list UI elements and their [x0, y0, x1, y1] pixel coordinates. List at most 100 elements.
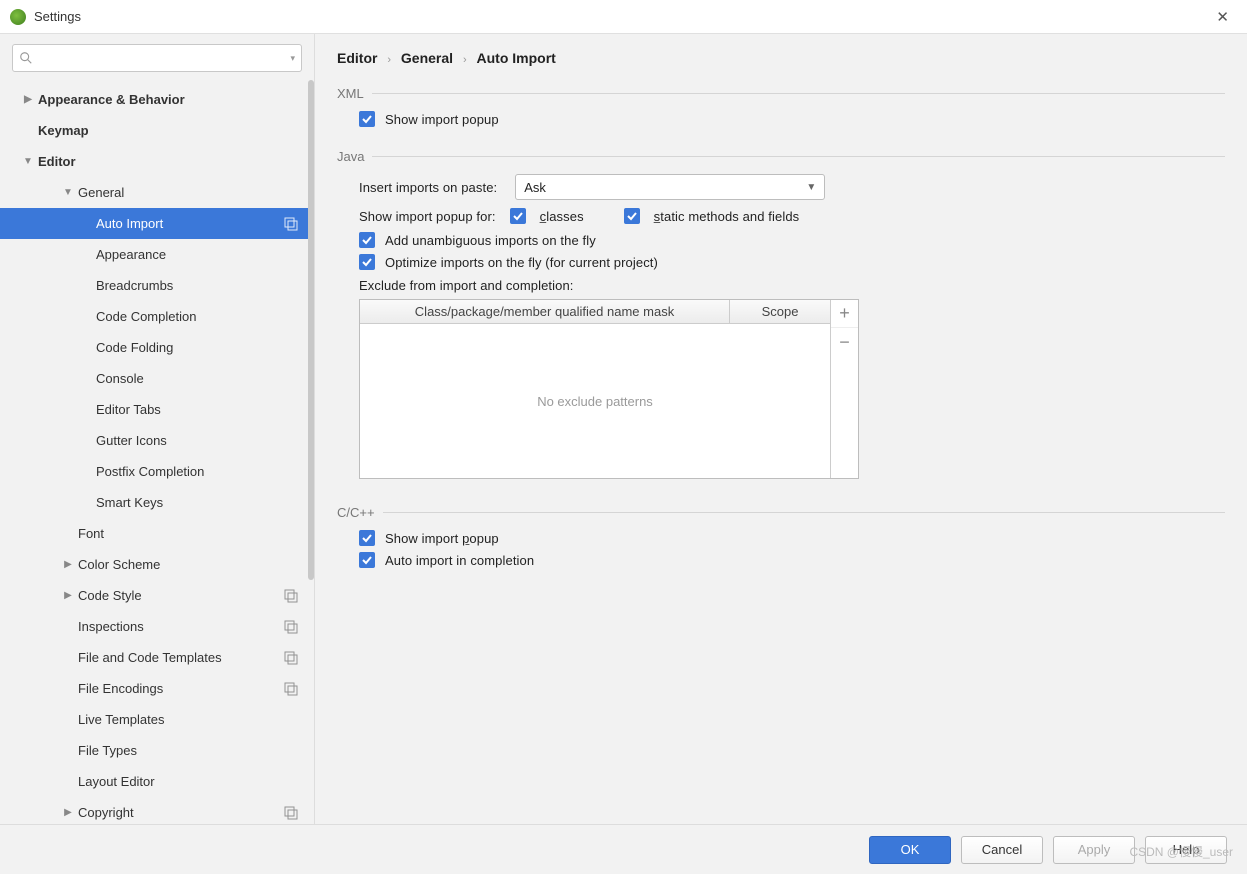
exclude-buttons: + −: [830, 300, 858, 478]
tree-item-label: Copyright: [78, 805, 284, 820]
exclude-col-name[interactable]: Class/package/member qualified name mask: [360, 300, 730, 323]
xml-show-import-popup-row[interactable]: Show import popup: [359, 111, 1225, 127]
checkbox-checked-icon[interactable]: [359, 232, 375, 248]
section-cpp: C/C++: [337, 505, 1225, 520]
scope-badge-icon: [284, 806, 298, 820]
tree-item-file-encodings[interactable]: File Encodings: [0, 673, 314, 704]
cpp-auto-import-row[interactable]: Auto import in completion: [359, 552, 1225, 568]
scope-badge-icon: [284, 651, 298, 665]
scrollbar-thumb[interactable]: [308, 80, 314, 580]
tree-item-label: Postfix Completion: [96, 464, 314, 479]
tree-item-code-completion[interactable]: Code Completion: [0, 301, 314, 332]
sidebar-scrollbar[interactable]: [308, 80, 314, 580]
tree-item-editor[interactable]: ▼Editor: [0, 146, 314, 177]
scope-badge-icon: [284, 217, 298, 231]
scope-badge-icon: [284, 589, 298, 603]
tree-item-font[interactable]: Font: [0, 518, 314, 549]
tree-item-breadcrumbs[interactable]: Breadcrumbs: [0, 270, 314, 301]
chevron-right-icon[interactable]: ▶: [62, 559, 74, 570]
exclude-table: Class/package/member qualified name mask…: [359, 299, 859, 479]
breadcrumb: Editor › General › Auto Import: [337, 50, 1225, 66]
tree-item-label: Appearance: [96, 247, 314, 262]
static-checkbox[interactable]: [624, 208, 640, 224]
remove-exclude-button[interactable]: −: [831, 328, 858, 356]
add-exclude-button[interactable]: +: [831, 300, 858, 328]
checkbox-checked-icon[interactable]: [359, 530, 375, 546]
chevron-right-icon[interactable]: ▶: [62, 590, 74, 601]
dialog-footer: OK Cancel Apply Help: [0, 824, 1247, 874]
checkbox-checked-icon[interactable]: [359, 111, 375, 127]
tree-item-label: Layout Editor: [78, 774, 314, 789]
xml-show-import-popup-label: Show import popup: [385, 112, 499, 127]
tree-item-label: Live Templates: [78, 712, 314, 727]
static-label: static methods and fields: [654, 209, 800, 224]
tree-item-label: Smart Keys: [96, 495, 314, 510]
tree-item-label: Code Folding: [96, 340, 314, 355]
tree-item-code-folding[interactable]: Code Folding: [0, 332, 314, 363]
tree-item-gutter-icons[interactable]: Gutter Icons: [0, 425, 314, 456]
tree-item-appearance[interactable]: Appearance: [0, 239, 314, 270]
tree-item-inspections[interactable]: Inspections: [0, 611, 314, 642]
cpp-show-popup-label: Show import popup: [385, 531, 499, 546]
tree-item-general[interactable]: ▼ General: [0, 177, 314, 208]
scope-badge-icon: [284, 620, 298, 634]
tree-item-label: Appearance & Behavior: [38, 92, 314, 107]
tree-item-label: Console: [96, 371, 314, 386]
help-button[interactable]: Help: [1145, 836, 1227, 864]
search-dropdown-icon[interactable]: ▾: [290, 53, 295, 64]
tree-item-postfix-completion[interactable]: Postfix Completion: [0, 456, 314, 487]
cancel-button[interactable]: Cancel: [961, 836, 1043, 864]
titlebar: Settings ✕: [0, 0, 1247, 34]
apply-button[interactable]: Apply: [1053, 836, 1135, 864]
close-icon[interactable]: ✕: [1208, 4, 1237, 30]
classes-checkbox[interactable]: [510, 208, 526, 224]
section-xml-title: XML: [337, 86, 364, 101]
crumb-editor[interactable]: Editor: [337, 50, 377, 66]
chevron-right-icon: ›: [387, 54, 391, 66]
tree-item-layout-editor[interactable]: Layout Editor: [0, 766, 314, 797]
tree-item-live-templates[interactable]: Live Templates: [0, 704, 314, 735]
tree-item-label: Breadcrumbs: [96, 278, 314, 293]
tree-item-label: Auto Import: [96, 216, 284, 231]
tree-item-label: General: [78, 185, 314, 200]
show-popup-for-label: Show import popup for:: [359, 209, 496, 224]
section-java: Java: [337, 149, 1225, 164]
optimize-imports-row[interactable]: Optimize imports on the fly (for current…: [359, 254, 1225, 270]
tree-item-console[interactable]: Console: [0, 363, 314, 394]
classes-label: cclasseslasses: [540, 209, 584, 224]
chevron-right-icon[interactable]: ▶: [22, 94, 34, 105]
tree-item-color-scheme[interactable]: ▶Color Scheme: [0, 549, 314, 580]
search-input[interactable]: [37, 51, 290, 66]
ok-button[interactable]: OK: [869, 836, 951, 864]
tree-item-keymap[interactable]: Keymap: [0, 115, 314, 146]
crumb-general[interactable]: General: [401, 50, 453, 66]
cpp-show-popup-row[interactable]: Show import popup: [359, 530, 1225, 546]
insert-imports-row: Insert imports on paste: Ask ▼: [359, 174, 1225, 200]
tree-item-appearance-behavior[interactable]: ▶ Appearance & Behavior: [0, 84, 314, 115]
chevron-down-icon[interactable]: ▼: [62, 187, 74, 198]
settings-tree[interactable]: ▶Appearance & BehaviorKeymap▼Editor▼Gene…: [0, 80, 314, 824]
tree-item-code-style[interactable]: ▶Code Style: [0, 580, 314, 611]
checkbox-checked-icon[interactable]: [359, 552, 375, 568]
chevron-right-icon[interactable]: ▶: [62, 807, 74, 818]
tree-item-copyright[interactable]: ▶ Copyright: [0, 797, 314, 824]
chevron-right-icon: ›: [463, 54, 467, 66]
exclude-col-scope[interactable]: Scope: [730, 300, 830, 323]
search-field[interactable]: ▾: [12, 44, 302, 72]
show-popup-for-row: Show import popup for: cclasseslasses st…: [359, 208, 1225, 224]
section-cpp-title: C/C++: [337, 505, 375, 520]
chevron-down-icon[interactable]: ▼: [22, 156, 34, 167]
window-title: Settings: [34, 9, 1208, 24]
add-unambiguous-row[interactable]: Add unambiguous imports on the fly: [359, 232, 1225, 248]
app-icon: [10, 9, 26, 25]
tree-item-label: Editor Tabs: [96, 402, 314, 417]
tree-item-editor-tabs[interactable]: Editor Tabs: [0, 394, 314, 425]
tree-item-label: File Types: [78, 743, 314, 758]
tree-item-file-types[interactable]: File Types: [0, 735, 314, 766]
insert-imports-label: Insert imports on paste:: [359, 180, 497, 195]
insert-imports-select[interactable]: Ask ▼: [515, 174, 825, 200]
tree-item-auto-import[interactable]: Auto Import: [0, 208, 314, 239]
tree-item-file-and-code-templates[interactable]: File and Code Templates: [0, 642, 314, 673]
checkbox-checked-icon[interactable]: [359, 254, 375, 270]
tree-item-smart-keys[interactable]: Smart Keys: [0, 487, 314, 518]
